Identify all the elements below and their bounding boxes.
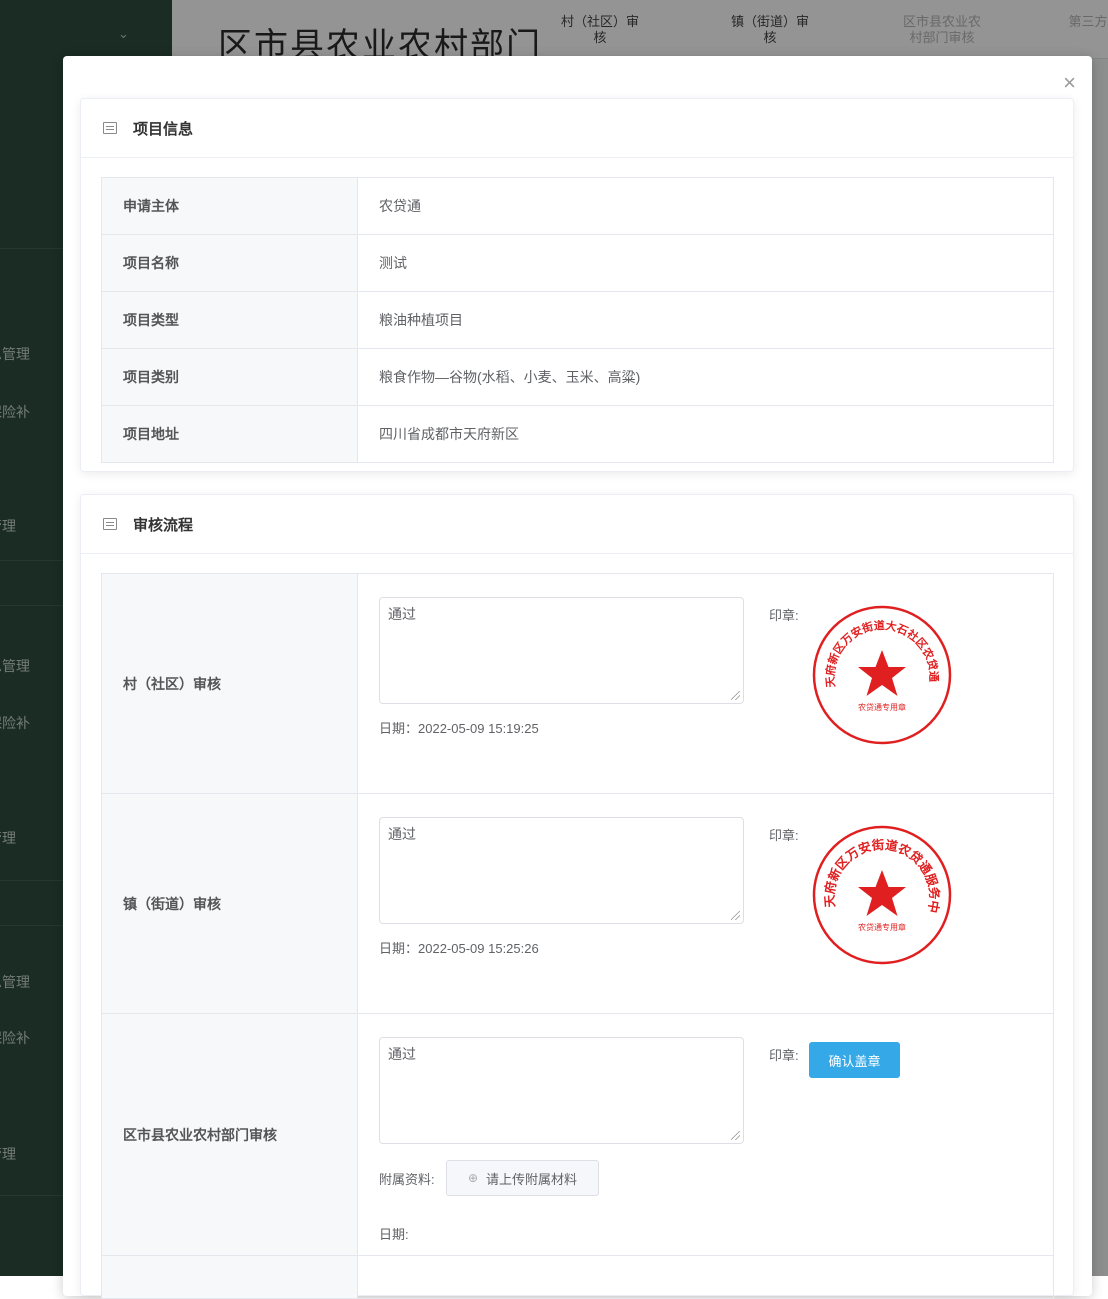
opinion-text: 通过 (388, 826, 416, 842)
review-date: 日期: (379, 1227, 409, 1242)
row-label (101, 1255, 358, 1299)
row-label: 村（社区）审核 (101, 573, 358, 794)
table-row: 项目地址 四川省成都市天府新区 (101, 405, 1054, 463)
table-row: 项目类型 粮油种植项目 (101, 291, 1054, 349)
official-seal-icon: 天府新区万安街道农贷通服务中心 农贷通专用章 (811, 824, 952, 965)
resize-handle-icon[interactable] (731, 911, 740, 920)
table-row (101, 1255, 1054, 1299)
review-cell: 通过 日期：2022-05-09 15:25:26 印章: 天府新区万安街道农贷… (357, 793, 1054, 1014)
opinion-textarea[interactable]: 通过 (379, 1037, 744, 1144)
seal-label: 印章: (769, 608, 799, 623)
table-row: 项目类别 粮食作物—谷物(水稻、小麦、玉米、高粱) (101, 348, 1054, 406)
row-value: 农贷通 (357, 177, 1054, 235)
review-cell: 通过 日期：2022-05-09 15:19:25 印章: 天府新区万安街道大石… (357, 573, 1054, 794)
project-info-table: 申请主体 农贷通 项目名称 测试 项目类型 粮油种植项目 项目类别 粮食作物—谷… (101, 177, 1054, 463)
opinion-text: 通过 (388, 1046, 416, 1062)
row-label: 镇（街道）审核 (101, 793, 358, 1014)
upload-button-label: 请上传附属材料 (486, 1171, 578, 1187)
resize-handle-icon[interactable] (731, 691, 740, 700)
review-flow-card: 审核流程 村（社区）审核 通过 日期：2022-05-09 15:19:25 印… (80, 494, 1074, 1299)
review-date: 日期：2022-05-09 15:25:26 (379, 941, 539, 956)
table-row: 申请主体 农贷通 (101, 177, 1054, 235)
upload-icon: ⊕ (467, 1171, 479, 1185)
card-icon (103, 122, 117, 134)
review-flow-table: 村（社区）审核 通过 日期：2022-05-09 15:19:25 印章: 天府… (101, 573, 1054, 1299)
card-icon (103, 518, 117, 530)
upload-attachment-button[interactable]: ⊕ 请上传附属材料 (446, 1160, 599, 1196)
resize-handle-icon[interactable] (731, 1131, 740, 1140)
table-row: 区市县农业农村部门审核 通过 印章: 确认盖章 附属资料: ⊕ 请上传附属材料 … (101, 1013, 1054, 1256)
seal-bottom-text: 农贷通专用章 (858, 702, 906, 712)
close-icon[interactable]: × (1063, 72, 1076, 94)
project-info-card: 项目信息 申请主体 农贷通 项目名称 测试 项目类型 粮油种植项目 项目类别 粮… (80, 98, 1074, 472)
card-header: 项目信息 (81, 99, 1073, 158)
row-label: 申请主体 (101, 177, 358, 235)
table-row: 镇（街道）审核 通过 日期：2022-05-09 15:25:26 印章: 天府… (101, 793, 1054, 1014)
row-label: 项目名称 (101, 234, 358, 292)
row-value: 粮油种植项目 (357, 291, 1054, 349)
card-title: 项目信息 (133, 120, 194, 138)
opinion-textarea[interactable]: 通过 (379, 597, 744, 704)
table-row: 项目名称 测试 (101, 234, 1054, 292)
review-cell (357, 1255, 1054, 1299)
card-header: 审核流程 (81, 495, 1073, 554)
row-label: 区市县农业农村部门审核 (101, 1013, 358, 1256)
row-label: 项目类别 (101, 348, 358, 406)
seal-label: 印章: (769, 1048, 799, 1063)
review-cell: 通过 印章: 确认盖章 附属资料: ⊕ 请上传附属材料 日期: (357, 1013, 1054, 1256)
official-seal-icon: 天府新区万安街道大石社区农贷通服务站 农贷通专用章 (811, 604, 952, 745)
seal-bottom-text: 农贷通专用章 (858, 922, 906, 932)
row-value: 四川省成都市天府新区 (357, 405, 1054, 463)
row-label: 项目类型 (101, 291, 358, 349)
review-date: 日期：2022-05-09 15:19:25 (379, 721, 539, 736)
opinion-text: 通过 (388, 606, 416, 622)
row-value: 测试 (357, 234, 1054, 292)
confirm-seal-button[interactable]: 确认盖章 (809, 1042, 900, 1078)
row-label: 项目地址 (101, 405, 358, 463)
review-dialog: × 项目信息 申请主体 农贷通 项目名称 测试 项目类型 粮油种植项目 项目类别… (63, 56, 1092, 1299)
table-row: 村（社区）审核 通过 日期：2022-05-09 15:19:25 印章: 天府… (101, 573, 1054, 794)
attachment-label: 附属资料: (379, 1172, 435, 1187)
seal-label: 印章: (769, 828, 799, 843)
opinion-textarea[interactable]: 通过 (379, 817, 744, 924)
card-title: 审核流程 (133, 516, 194, 534)
row-value: 粮食作物—谷物(水稻、小麦、玉米、高粱) (357, 348, 1054, 406)
